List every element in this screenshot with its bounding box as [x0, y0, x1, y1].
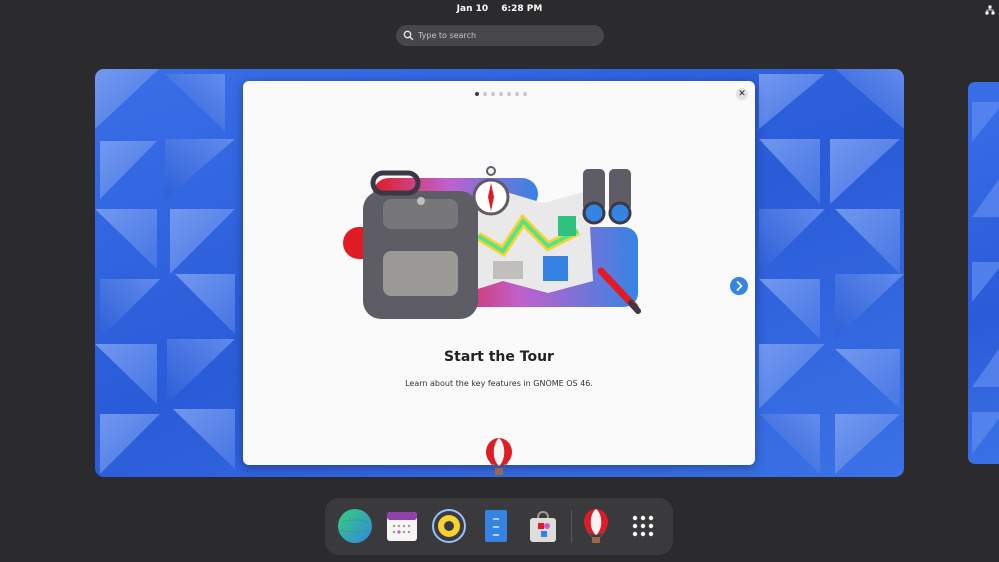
file-cabinet-icon: [485, 510, 507, 542]
page-dot[interactable]: [523, 92, 527, 96]
speaker-icon: [432, 509, 466, 543]
hot-air-balloon-icon: [584, 509, 608, 543]
dash: [325, 498, 673, 555]
globe-icon: [338, 509, 372, 543]
page-indicator: [475, 92, 527, 97]
tour-window[interactable]: ✕ Start the Tour Learn about the key fea…: [243, 81, 755, 465]
close-icon: ✕: [738, 89, 746, 99]
page-dot[interactable]: [515, 92, 519, 96]
tour-description: Learn about the key features in GNOME OS…: [405, 379, 593, 388]
software-app[interactable]: [525, 508, 561, 544]
show-apps-button[interactable]: [625, 508, 661, 544]
tour-app[interactable]: [578, 508, 614, 544]
hot-air-balloon-icon: [486, 438, 512, 475]
page-dot[interactable]: [483, 92, 487, 96]
page-dot[interactable]: [507, 92, 511, 96]
shopping-bag-icon: [530, 510, 556, 542]
close-button[interactable]: ✕: [736, 88, 748, 100]
next-page-button[interactable]: [730, 277, 748, 295]
clock[interactable]: Jan 10 6:28 PM: [0, 4, 999, 14]
clock-time: 6:28 PM: [501, 4, 543, 14]
tour-illustration: [343, 166, 641, 319]
search-input[interactable]: [418, 28, 593, 43]
chevron-right-icon: [736, 281, 743, 291]
search-icon: [403, 30, 414, 41]
calendar-icon: [387, 512, 417, 541]
search-bar[interactable]: [396, 25, 604, 46]
page-dot[interactable]: [499, 92, 503, 96]
clock-date: Jan 10: [456, 4, 489, 14]
network-wired-icon[interactable]: [985, 5, 995, 15]
calendar-app[interactable]: [384, 508, 420, 544]
page-dot[interactable]: [475, 92, 479, 96]
wallpaper: [972, 102, 999, 454]
dash-separator: [571, 510, 572, 543]
app-grid-icon: [632, 515, 654, 537]
top-bar: Jan 10 6:28 PM: [0, 0, 999, 20]
music-app[interactable]: [431, 508, 467, 544]
page-dot[interactable]: [491, 92, 495, 96]
tour-title: Start the Tour: [444, 349, 554, 365]
files-app[interactable]: [478, 508, 514, 544]
workspace-thumbnail-next[interactable]: [968, 82, 999, 464]
web-browser-app[interactable]: [337, 508, 373, 544]
